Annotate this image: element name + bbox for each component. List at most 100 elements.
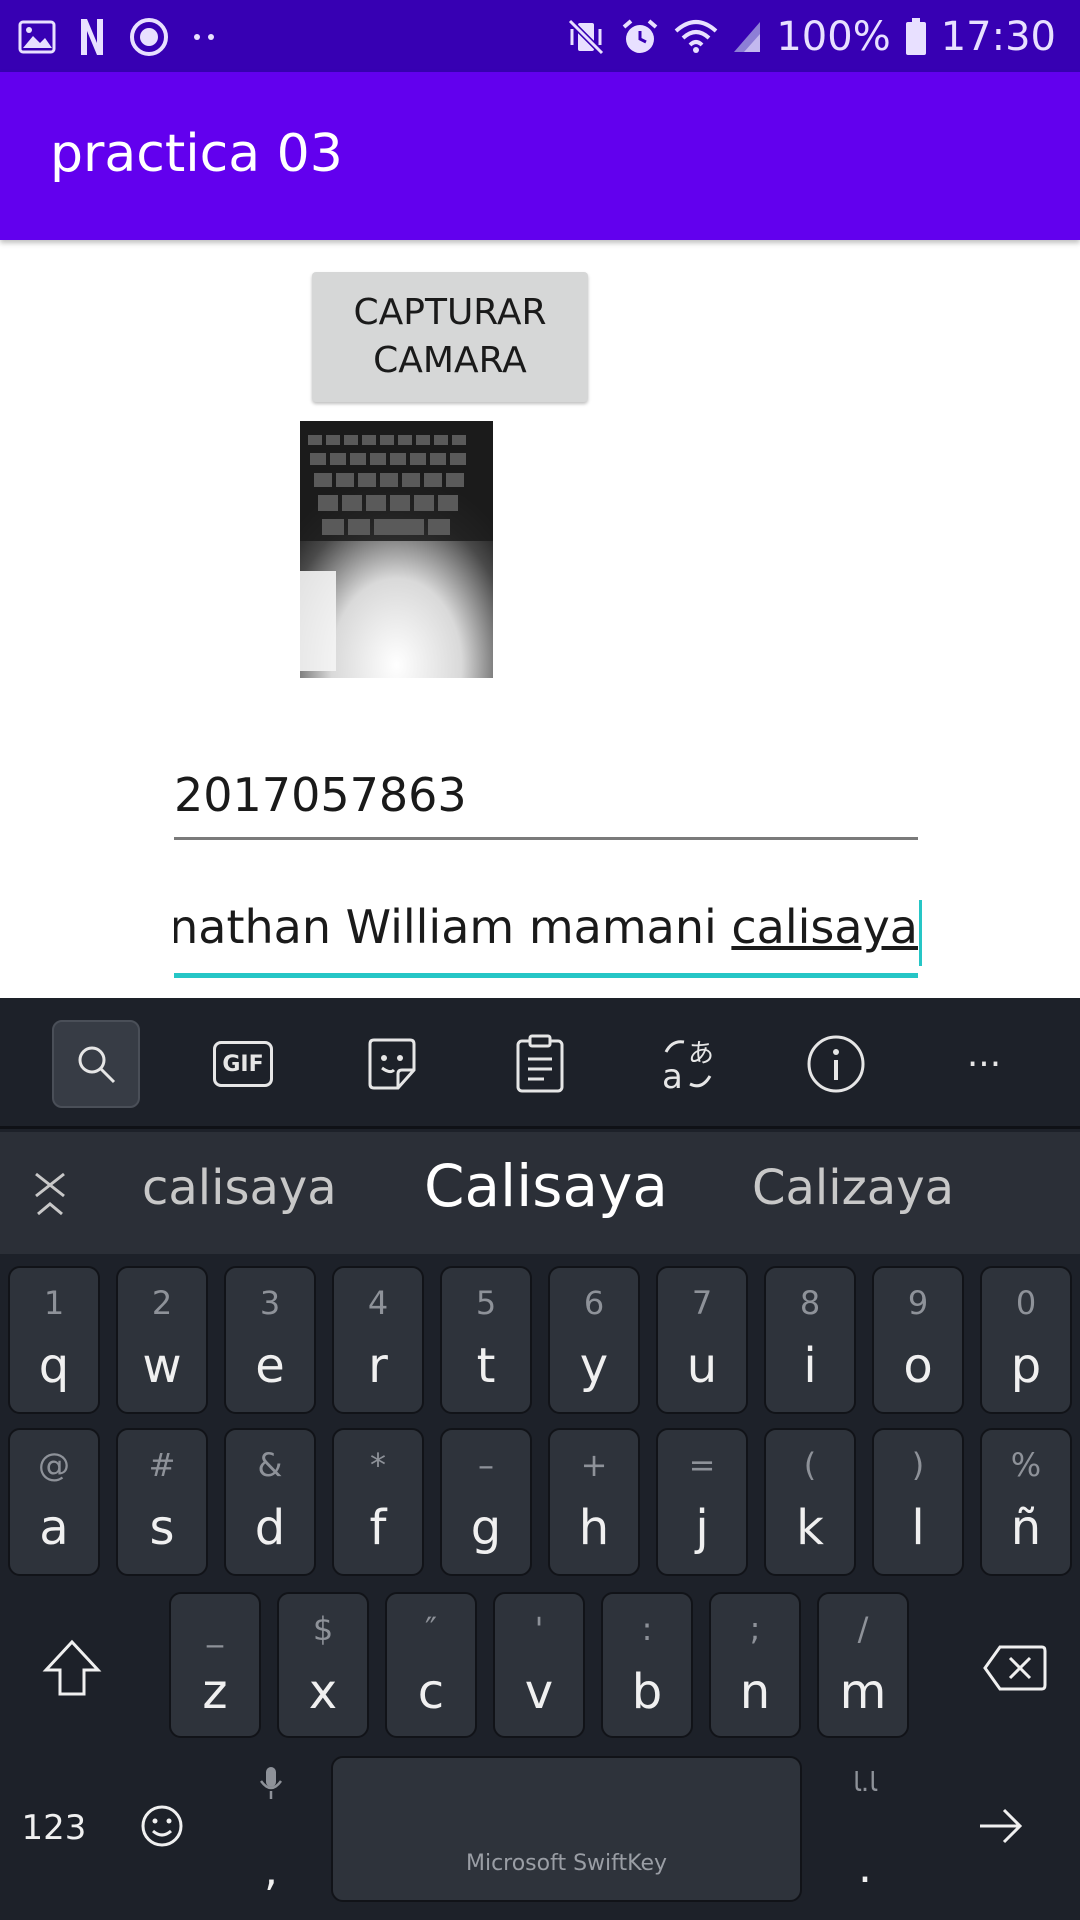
key-label: q (38, 1338, 70, 1394)
key-hint: 7 (691, 1284, 713, 1322)
key-label: f (369, 1500, 387, 1556)
suggestion-center[interactable]: Calisaya (424, 1152, 668, 1220)
key-o[interactable]: 9o (872, 1266, 964, 1414)
backspace-icon (982, 1643, 1048, 1697)
captured-photo (300, 421, 493, 678)
key-label: z (202, 1664, 228, 1720)
emoji-key[interactable] (132, 1788, 192, 1868)
key-t[interactable]: 5t (440, 1266, 532, 1414)
suggestion-left[interactable]: calisaya (142, 1160, 337, 1216)
key-ñ[interactable]: % ñ (980, 1428, 1072, 1576)
key-hint: * (370, 1446, 386, 1484)
key-label: s (149, 1500, 175, 1556)
key-hint: 6 (583, 1284, 605, 1322)
key-q[interactable]: 1q (8, 1266, 100, 1414)
alarm-icon (620, 17, 660, 57)
space-key[interactable]: Microsoft SwiftKey (331, 1756, 802, 1902)
backspace-key[interactable] (970, 1628, 1060, 1712)
key-hint: + (580, 1446, 608, 1484)
gif-icon[interactable]: GIF (199, 1020, 287, 1108)
key-label: o (903, 1338, 933, 1394)
key-s[interactable]: # s (116, 1428, 208, 1576)
comma-label: , (264, 1844, 278, 1896)
emoji-icon (140, 1804, 184, 1852)
key-hint: 9 (907, 1284, 929, 1322)
suggestion-bar: calisaya Calisaya Calizaya (0, 1132, 1080, 1254)
key-i[interactable]: 8i (764, 1266, 856, 1414)
key-hint: = (688, 1446, 716, 1484)
key-c[interactable]: ″ c (385, 1592, 477, 1738)
name-field[interactable]: jonathan William mamani calisaya (174, 900, 922, 978)
text-cursor (919, 900, 922, 966)
search-icon[interactable] (52, 1020, 140, 1108)
capture-camera-button[interactable]: CAPTURAR CAMARA (312, 272, 588, 402)
key-b[interactable]: :b (601, 1592, 693, 1738)
key-u[interactable]: 7u (656, 1266, 748, 1414)
status-left-icons (18, 12, 218, 62)
key-label: j (695, 1500, 709, 1556)
key-hint: ( (803, 1446, 817, 1484)
gif-label: GIF (213, 1041, 273, 1087)
key-hint: ; (749, 1610, 761, 1648)
key-label: h (578, 1500, 610, 1556)
key-a[interactable]: @ a (8, 1428, 100, 1576)
period-key[interactable]: ﺎ.ﺎ . (830, 1760, 900, 1900)
clock: 17:30 (940, 14, 1056, 60)
shift-key[interactable] (30, 1628, 114, 1712)
clipboard-icon[interactable] (496, 1020, 584, 1108)
key-label: n (739, 1664, 771, 1720)
key-y[interactable]: 6y (548, 1266, 640, 1414)
key-label: v (524, 1664, 554, 1720)
key-label: ñ (1010, 1500, 1042, 1556)
key-label: w (142, 1338, 182, 1394)
collapse-icon[interactable] (30, 1170, 70, 1220)
key-e[interactable]: 3e (224, 1266, 316, 1414)
comma-key[interactable]: , (236, 1760, 306, 1900)
app-title: practica 03 (50, 124, 343, 184)
key-f[interactable]: * f (332, 1428, 424, 1576)
status-bar: 100% 17:30 (0, 0, 1080, 72)
key-label: x (308, 1664, 338, 1720)
sticker-icon[interactable] (348, 1020, 436, 1108)
gallery-icon (18, 20, 56, 54)
key-z[interactable]: _ z (169, 1592, 261, 1738)
arrow-right-icon (976, 1804, 1026, 1852)
suggestion-right[interactable]: Calizaya (752, 1160, 954, 1216)
key-v[interactable]: ' v (493, 1592, 585, 1738)
translate-icon[interactable]: aあ (644, 1020, 732, 1108)
key-d[interactable]: & d (224, 1428, 316, 1576)
key-w[interactable]: 2w (116, 1266, 208, 1414)
key-x[interactable]: $ x (277, 1592, 369, 1738)
key-hint: & (257, 1446, 283, 1484)
key-hint: ) (911, 1446, 925, 1484)
key-hint: % (1010, 1446, 1042, 1484)
key-label: g (470, 1500, 502, 1556)
id-field[interactable]: 2017057863 (174, 768, 918, 840)
name-field-composing: calisaya (731, 900, 918, 954)
key-j[interactable]: = j (656, 1428, 748, 1576)
key-n[interactable]: ; n (709, 1592, 801, 1738)
enter-key[interactable] (966, 1788, 1036, 1868)
key-hint: $ (312, 1610, 334, 1648)
key-m[interactable]: / m (817, 1592, 909, 1738)
numbers-key[interactable]: 123 (16, 1788, 92, 1868)
more-dots-icon (192, 31, 218, 43)
key-k[interactable]: (k (764, 1428, 856, 1576)
key-label: a (39, 1500, 69, 1556)
key-h[interactable]: + h (548, 1428, 640, 1576)
more-icon[interactable]: ··· (940, 1020, 1028, 1108)
key-label: i (803, 1338, 817, 1394)
battery-percent: 100% (776, 14, 891, 60)
key-l[interactable]: ) l (872, 1428, 964, 1576)
key-r[interactable]: 4r (332, 1266, 424, 1414)
key-p[interactable]: 0p (980, 1266, 1072, 1414)
key-g[interactable]: – g (440, 1428, 532, 1576)
key-label: l (911, 1500, 925, 1556)
key-hint: 8 (799, 1284, 821, 1322)
key-hint: _ (207, 1610, 223, 1648)
app-bar: practica 03 (0, 72, 1080, 240)
key-hint: 5 (475, 1284, 497, 1322)
key-hint: 1 (43, 1284, 65, 1322)
key-hint: ' (534, 1610, 544, 1648)
info-icon[interactable] (792, 1020, 880, 1108)
